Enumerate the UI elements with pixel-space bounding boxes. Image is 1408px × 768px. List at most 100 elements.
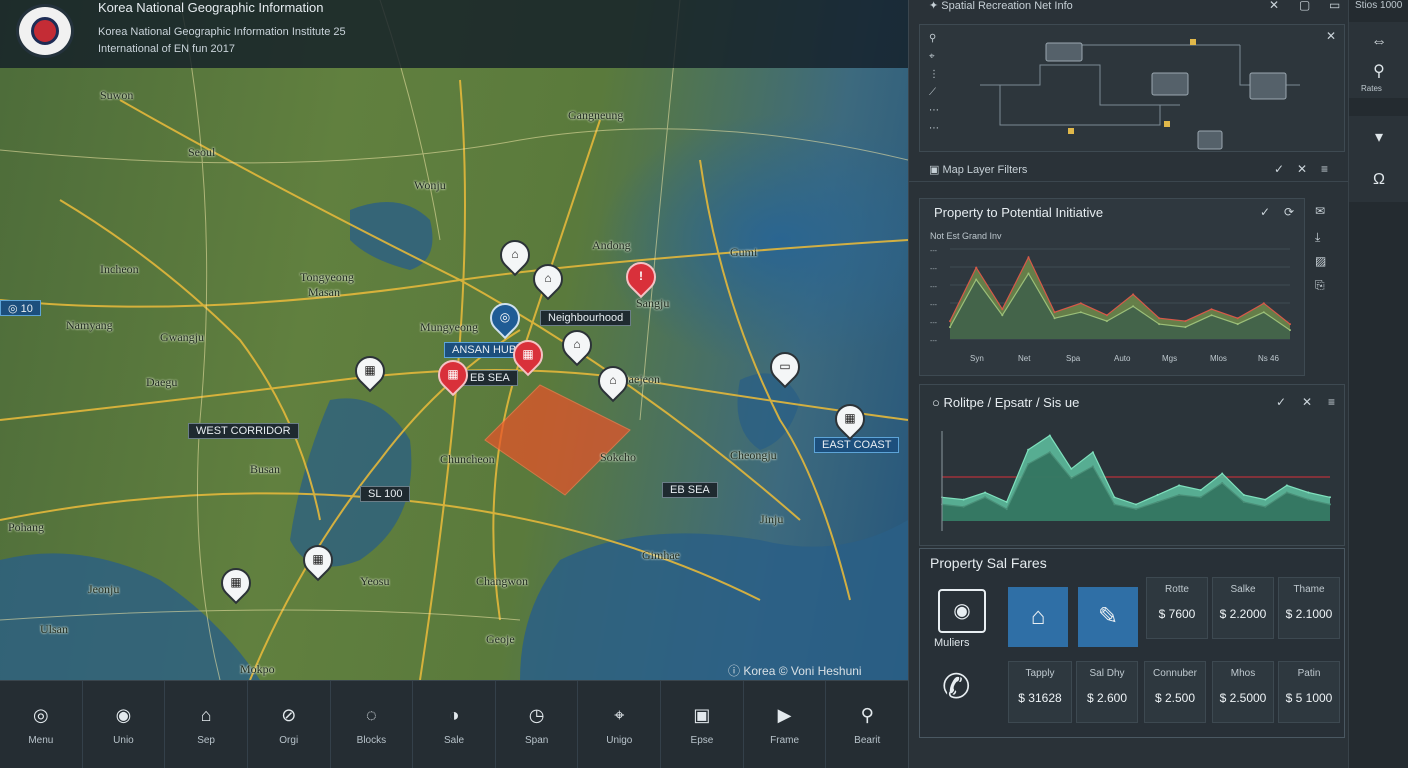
window-icon[interactable]: ▭ bbox=[1329, 0, 1340, 12]
chart-point bbox=[1005, 508, 1008, 511]
map-pin[interactable]: ⌂ bbox=[591, 359, 635, 404]
chart-point bbox=[1285, 484, 1288, 487]
close-icon[interactable]: ✕ bbox=[1269, 0, 1279, 12]
chart-xtick: Auto bbox=[1114, 354, 1131, 363]
chart-ytick: --- bbox=[930, 302, 938, 309]
chart-point bbox=[1158, 323, 1161, 326]
chat-icon: ◌ bbox=[366, 705, 377, 725]
map-tag[interactable]: SL 100 bbox=[360, 486, 411, 502]
map-pin[interactable]: ▭ bbox=[763, 345, 807, 390]
map-pin[interactable]: ▦ bbox=[828, 397, 872, 442]
chart-xtick: Syn bbox=[970, 354, 984, 363]
mail-icon[interactable]: ✉ bbox=[1315, 204, 1325, 218]
chart-point bbox=[1242, 501, 1245, 503]
metric-label: Muliers bbox=[934, 637, 970, 649]
chart-ytick: --- bbox=[930, 284, 938, 291]
chart-point bbox=[1053, 311, 1056, 314]
check-icon[interactable]: ✓ bbox=[1274, 162, 1284, 176]
right-rail: Stios 1000 ⇔ ⚲ Rates ▾ Ω bbox=[1348, 0, 1408, 768]
chart-point bbox=[1027, 463, 1030, 465]
chart-point bbox=[1105, 320, 1108, 323]
collapse-icon[interactable]: ✕ bbox=[1297, 162, 1307, 176]
map-pin[interactable]: ▦ bbox=[348, 349, 392, 394]
map-pin[interactable]: ⌂ bbox=[526, 257, 570, 302]
map-pin-selected[interactable]: ◎ bbox=[483, 296, 527, 341]
check-icon[interactable]: ✓ bbox=[1260, 205, 1270, 219]
map-tag[interactable]: ◎ 10 bbox=[0, 300, 41, 316]
map-label: Pohang bbox=[8, 520, 44, 534]
diagram-tools[interactable]: ⚲ ⌖ ⋮ ⟋ ⋯ ⋯ bbox=[929, 30, 943, 140]
tool-blocks[interactable]: ◌ Blocks bbox=[331, 681, 414, 768]
grid-icon: ▣ bbox=[929, 164, 943, 176]
chart-point bbox=[1053, 317, 1056, 320]
chart-point bbox=[1027, 256, 1030, 259]
download-icon[interactable]: ⤓ bbox=[1315, 230, 1320, 245]
map-pin[interactable]: ! bbox=[619, 255, 663, 300]
menu-icon[interactable]: ≡ bbox=[1321, 162, 1328, 176]
copy-icon[interactable]: ▢ bbox=[1299, 0, 1310, 12]
chart-point bbox=[962, 498, 965, 501]
chart-point bbox=[1158, 317, 1161, 320]
chart-xtick: Spa bbox=[1066, 354, 1081, 363]
tool-epse[interactable]: ▣ Epse bbox=[661, 681, 744, 768]
tool-frame[interactable]: ▶ Frame bbox=[744, 681, 827, 768]
chart-point bbox=[1199, 496, 1202, 499]
phone-icon: ✆ bbox=[942, 668, 971, 706]
network-diagram[interactable]: ✕ bbox=[919, 24, 1345, 152]
stats-title: Property Sal Fares bbox=[930, 555, 1047, 571]
house-icon: ⌂ bbox=[544, 271, 552, 285]
tool-menu[interactable]: ◎ Menu bbox=[0, 681, 83, 768]
chart-point bbox=[1091, 465, 1094, 468]
check-icon[interactable]: ✓ bbox=[1276, 395, 1286, 409]
map-pin[interactable]: ▦ bbox=[431, 353, 475, 398]
tool-bearit[interactable]: ⚲ Bearit bbox=[826, 681, 908, 768]
tool-orgi[interactable]: ⊘ Orgi bbox=[248, 681, 331, 768]
map-label: Andong bbox=[592, 238, 631, 252]
chart-property-potential[interactable]: Property to Potential Initiative ✓ ⟳ Not… bbox=[919, 198, 1305, 376]
export-icon[interactable]: ⎘ bbox=[1315, 278, 1325, 293]
page-subtitle-2: International of EN fun 2017 bbox=[98, 43, 235, 55]
chart-xtick: Ns 46 bbox=[1258, 354, 1279, 363]
tool-sep[interactable]: ⌂ Sep bbox=[165, 681, 248, 768]
map-label: Changwon bbox=[476, 574, 528, 588]
map-tag[interactable]: EB SEA bbox=[662, 482, 718, 498]
rail-top-text: Stios 1000 bbox=[1355, 0, 1403, 11]
chart-series-line bbox=[941, 434, 1331, 506]
map-tag[interactable]: EB SEA bbox=[462, 370, 518, 386]
collapse-icon[interactable]: ✕ bbox=[1302, 395, 1312, 409]
tool-unigo[interactable]: ⌖ Unigo bbox=[578, 681, 662, 768]
chart-point bbox=[1264, 505, 1267, 508]
edit-listing-button[interactable]: ✎ bbox=[1078, 587, 1138, 647]
menu-icon[interactable]: ≡ bbox=[1328, 395, 1335, 409]
institute-logo bbox=[16, 4, 74, 58]
map-pin[interactable]: ▦ bbox=[214, 561, 258, 606]
map-tag[interactable]: Neighbourhood bbox=[540, 310, 632, 326]
headset-icon[interactable]: Ω bbox=[1359, 160, 1399, 200]
tool-span[interactable]: ◷ Span bbox=[496, 681, 579, 768]
close-diagram-icon[interactable]: ✕ bbox=[1326, 29, 1336, 43]
tool-unio[interactable]: ◉ Unio bbox=[83, 681, 166, 768]
header-banner: Korea National Geographic Information Ko… bbox=[0, 0, 908, 68]
badge-icon[interactable]: ▾ bbox=[1359, 118, 1399, 158]
chart-rolitpe[interactable]: ○ Rolitpe / Epsatr / Sis ue ✓ ✕ ≡ bbox=[919, 384, 1345, 546]
rail-tool-group: ▾ Ω bbox=[1349, 116, 1408, 202]
map-pin[interactable]: ⌂ bbox=[493, 233, 537, 278]
chart-point bbox=[1001, 308, 1004, 311]
map-pin[interactable]: ▦ bbox=[296, 538, 340, 583]
chart-point bbox=[1079, 311, 1082, 314]
chart-point bbox=[1264, 498, 1267, 501]
property-stats: Property Sal Fares ◉ Muliers ⌂ ✎ ✆ Rotte… bbox=[919, 548, 1345, 738]
house-search-button[interactable]: ⌂ bbox=[1008, 587, 1068, 647]
map-canvas[interactable]: Suwon Seoul Incheon Namyang Gwangju Daeg… bbox=[0, 0, 908, 680]
map-label: Gwangju bbox=[160, 330, 204, 344]
chart-point bbox=[1113, 503, 1116, 506]
tool-sale[interactable]: ◑ Sale bbox=[413, 681, 496, 768]
grid-icon: ▦ bbox=[364, 363, 376, 377]
panel-top-bar: ✦ Spatial Recreation Net Info bbox=[929, 0, 1073, 12]
map-pin[interactable]: ▦ bbox=[506, 333, 550, 378]
map-label: Daegu bbox=[146, 375, 178, 389]
map-tag[interactable]: WEST CORRIDOR bbox=[188, 423, 299, 439]
refresh-icon[interactable]: ⟳ bbox=[1284, 205, 1294, 219]
map-pin[interactable]: ⌂ bbox=[555, 323, 599, 368]
image-icon[interactable]: ▨ bbox=[1315, 254, 1326, 268]
